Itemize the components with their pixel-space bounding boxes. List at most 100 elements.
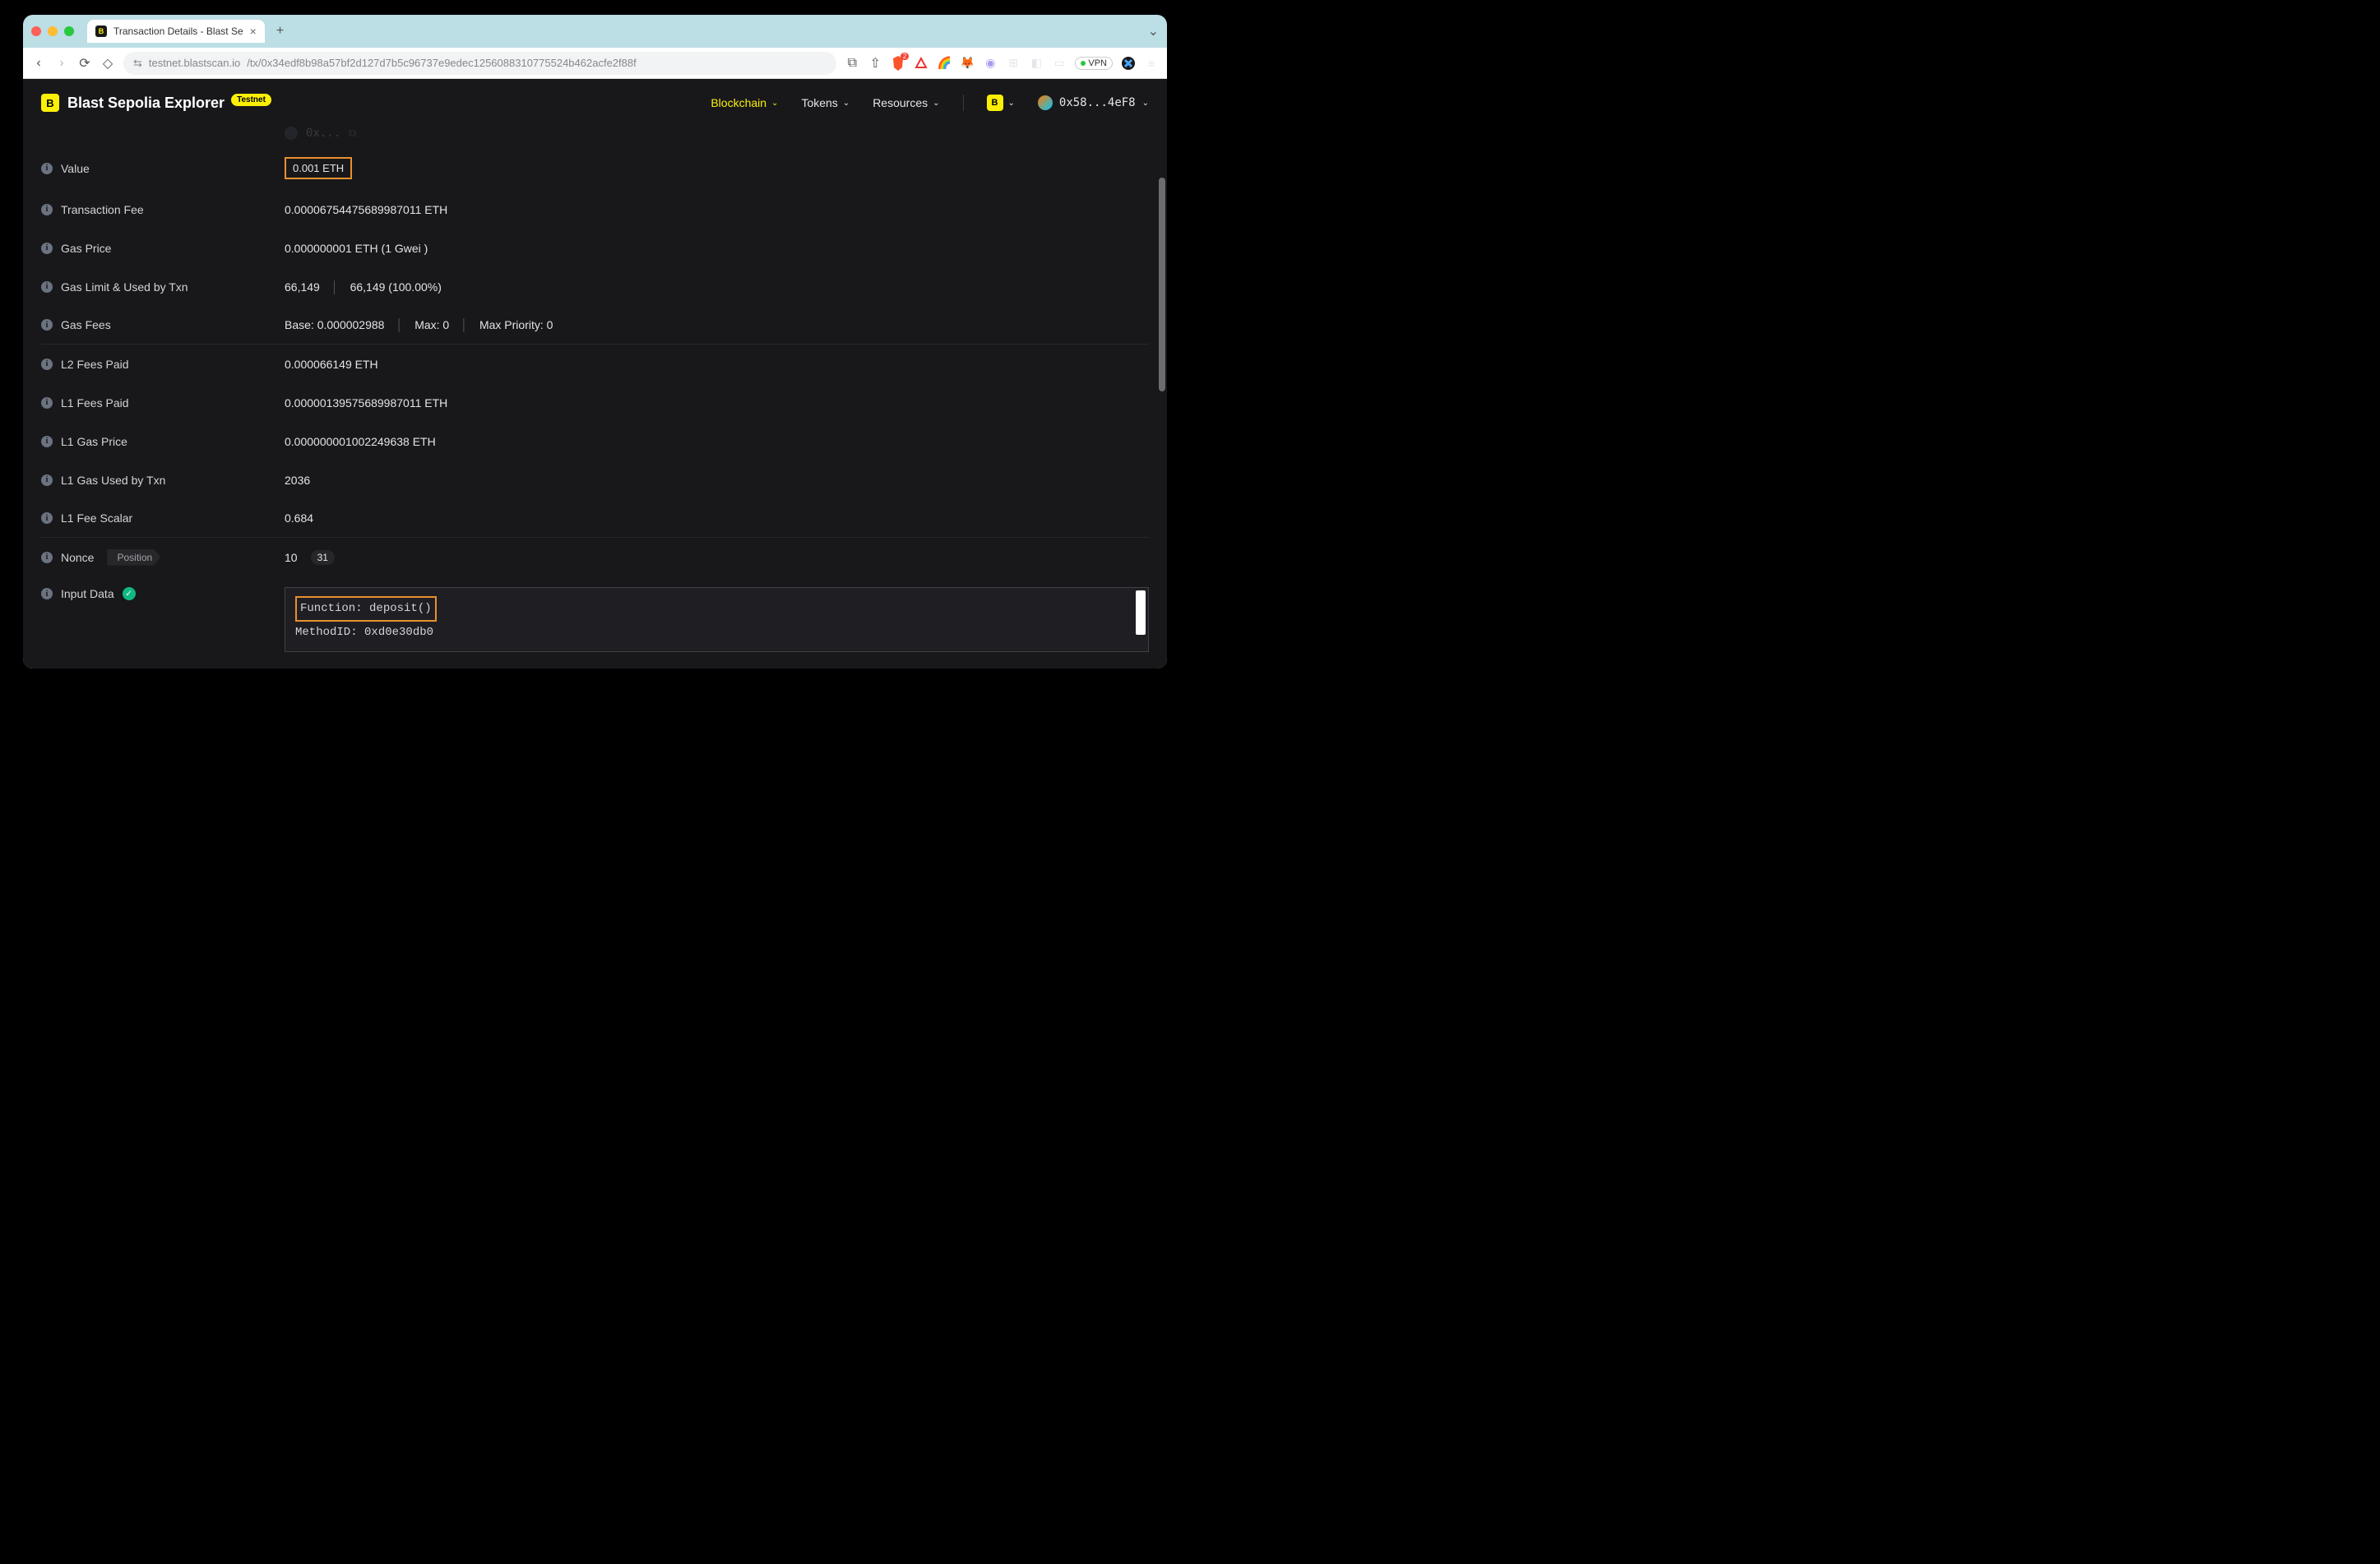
wallet-avatar [1038, 95, 1053, 110]
tab-title: Transaction Details - Blast Se [113, 25, 243, 37]
site-settings-icon[interactable]: ⇆ [133, 57, 142, 70]
info-icon[interactable]: i [41, 163, 53, 174]
browser-menu-icon[interactable]: ≡ [1144, 56, 1159, 71]
gasprice-value: 0.000000001 ETH (1 Gwei ) [285, 242, 428, 255]
new-tab-button[interactable]: + [270, 24, 290, 39]
value-label: Value [61, 162, 90, 175]
site-logo[interactable]: B [41, 94, 59, 112]
tab-bar: B Transaction Details - Blast Se × + ⌄ [23, 15, 1167, 48]
brave-shield-icon[interactable]: 2 [891, 56, 905, 71]
info-icon[interactable]: i [41, 588, 53, 599]
minimize-window-button[interactable] [48, 26, 58, 36]
row-to-partial: 0x... ⧉ [41, 127, 1149, 146]
network-selector[interactable]: B⌄ [987, 95, 1015, 111]
gasfees-maxpriority: Max Priority: 0 [479, 318, 553, 331]
position-index: 31 [311, 550, 335, 565]
row-gasfees: iGas Fees Base: 0.000002988│Max: 0│Max P… [41, 306, 1149, 345]
wallet-button[interactable]: 0x58...4eF8 ⌄ [1038, 95, 1149, 110]
info-icon[interactable]: i [41, 436, 53, 447]
vpn-badge[interactable]: VPN [1075, 57, 1113, 70]
input-data-box[interactable]: Function: deposit() MethodID: 0xd0e30db0 [285, 587, 1149, 652]
l1scalar-label: L1 Fee Scalar [61, 511, 132, 525]
chevron-down-icon: ⌄ [933, 99, 939, 108]
info-icon[interactable]: i [41, 319, 53, 331]
info-icon[interactable]: i [41, 512, 53, 524]
gasfees-base: Base: 0.000002988 [285, 318, 384, 331]
row-l1scalar: i L1 Fee Scalar 0.684 [41, 499, 1149, 538]
row-l1fees: i L1 Fees Paid 0.00000139575689987011 ETH [41, 383, 1149, 422]
transaction-details: 0x... ⧉ i Value 0.001 ETH i Transaction Fee… [23, 127, 1167, 663]
window-controls [31, 26, 74, 36]
info-icon[interactable]: i [41, 474, 53, 486]
nonce-value: 10 [285, 551, 298, 564]
nonce-label: Nonce [61, 551, 94, 564]
nav-resources[interactable]: Resources⌄ [873, 96, 939, 109]
extension-triangle-icon[interactable] [914, 56, 928, 71]
l2fees-value: 0.000066149 ETH [285, 358, 378, 371]
input-data-label: Input Data [61, 587, 114, 600]
txfee-value: 0.00006754475689987011 ETH [285, 203, 447, 216]
browser-toolbar: ‹ › ⟳ ◇ ⇆ testnet.blastscan.io/tx/0x34ed… [23, 48, 1167, 79]
info-icon[interactable]: i [41, 359, 53, 370]
row-value: i Value 0.001 ETH [41, 146, 1149, 190]
info-icon[interactable]: i [41, 552, 53, 563]
l1fees-value: 0.00000139575689987011 ETH [285, 396, 447, 410]
row-nonce: iNoncePosition 1031 [41, 538, 1149, 576]
forward-button[interactable]: › [54, 56, 69, 71]
address-bar[interactable]: ⇆ testnet.blastscan.io/tx/0x34edf8b98a57… [123, 52, 836, 75]
url-host: testnet.blastscan.io [149, 57, 240, 69]
close-tab-button[interactable]: × [250, 25, 257, 38]
nav-blockchain[interactable]: Blockchain⌄ [711, 96, 778, 109]
desktop-icon[interactable]: ⧉ [845, 56, 859, 71]
share-icon[interactable]: ⇧ [868, 55, 882, 72]
l1gasused-label: L1 Gas Used by Txn [61, 474, 165, 487]
info-icon[interactable]: i [41, 281, 53, 293]
extension-rainbow-icon[interactable]: 🌈 [937, 56, 952, 71]
l1gasprice-value: 0.000000001002249638 ETH [285, 435, 436, 448]
browser-tab[interactable]: B Transaction Details - Blast Se × [87, 20, 265, 43]
input-data-function: Function: deposit() [295, 596, 437, 622]
textarea-scrollbar[interactable] [1136, 590, 1146, 635]
nav-tokens[interactable]: Tokens⌄ [801, 96, 850, 109]
l1fees-label: L1 Fees Paid [61, 396, 129, 410]
browser-window: B Transaction Details - Blast Se × + ⌄ ‹… [23, 15, 1167, 669]
l1gasprice-label: L1 Gas Price [61, 435, 127, 448]
info-icon[interactable]: i [41, 204, 53, 215]
token-icon [285, 127, 298, 140]
l2fees-label: L2 Fees Paid [61, 358, 129, 371]
extensions-puzzle-icon[interactable]: ⊞ [1006, 56, 1021, 71]
gasused-value: 66,149 (100.00%) [350, 280, 442, 294]
maximize-window-button[interactable] [64, 26, 74, 36]
info-icon[interactable]: i [41, 243, 53, 254]
site-title[interactable]: Blast Sepolia Explorer [67, 95, 225, 112]
sidepanel-icon[interactable]: ◧ [1029, 56, 1044, 71]
gaslimit-label: Gas Limit & Used by Txn [61, 280, 188, 294]
gasfees-max: Max: 0 [414, 318, 449, 331]
extension-x-icon[interactable] [1121, 56, 1136, 71]
site-header: B Blast Sepolia Explorer Testnet Blockch… [23, 79, 1167, 127]
info-icon[interactable]: i [41, 397, 53, 409]
chevron-down-icon: ⌄ [1142, 99, 1149, 108]
bookmark-icon[interactable]: ◇ [100, 55, 115, 72]
row-l2fees: i L2 Fees Paid 0.000066149 ETH [41, 345, 1149, 383]
extension-phantom-icon[interactable]: ◉ [983, 56, 998, 71]
txfee-label: Transaction Fee [61, 203, 144, 216]
to-address-truncated: 0x... [306, 127, 340, 140]
close-window-button[interactable] [31, 26, 41, 36]
page-content: B Blast Sepolia Explorer Testnet Blockch… [23, 79, 1167, 669]
extension-icons: 2 🌈 🦊 ◉ ⊞ ◧ ▭ VPN ≡ [891, 56, 1159, 71]
row-l1gasused: iL1 Gas Used by Txn 2036 [41, 460, 1149, 499]
wallet-address: 0x58...4eF8 [1059, 96, 1136, 109]
copy-icon[interactable]: ⧉ [349, 127, 356, 140]
gaslimit-value: 66,149 [285, 280, 320, 294]
chevron-down-icon: ⌄ [771, 99, 778, 108]
metamask-icon[interactable]: 🦊 [960, 56, 975, 71]
l1scalar-value: 0.684 [285, 511, 313, 525]
reader-icon[interactable]: ▭ [1052, 56, 1067, 71]
value-amount: 0.001 ETH [285, 157, 352, 179]
reload-button[interactable]: ⟳ [77, 55, 92, 72]
page-scrollbar[interactable] [1159, 178, 1165, 391]
back-button[interactable]: ‹ [31, 56, 46, 71]
gasprice-label: Gas Price [61, 242, 111, 255]
tabs-chevron-icon[interactable]: ⌄ [1148, 23, 1159, 39]
